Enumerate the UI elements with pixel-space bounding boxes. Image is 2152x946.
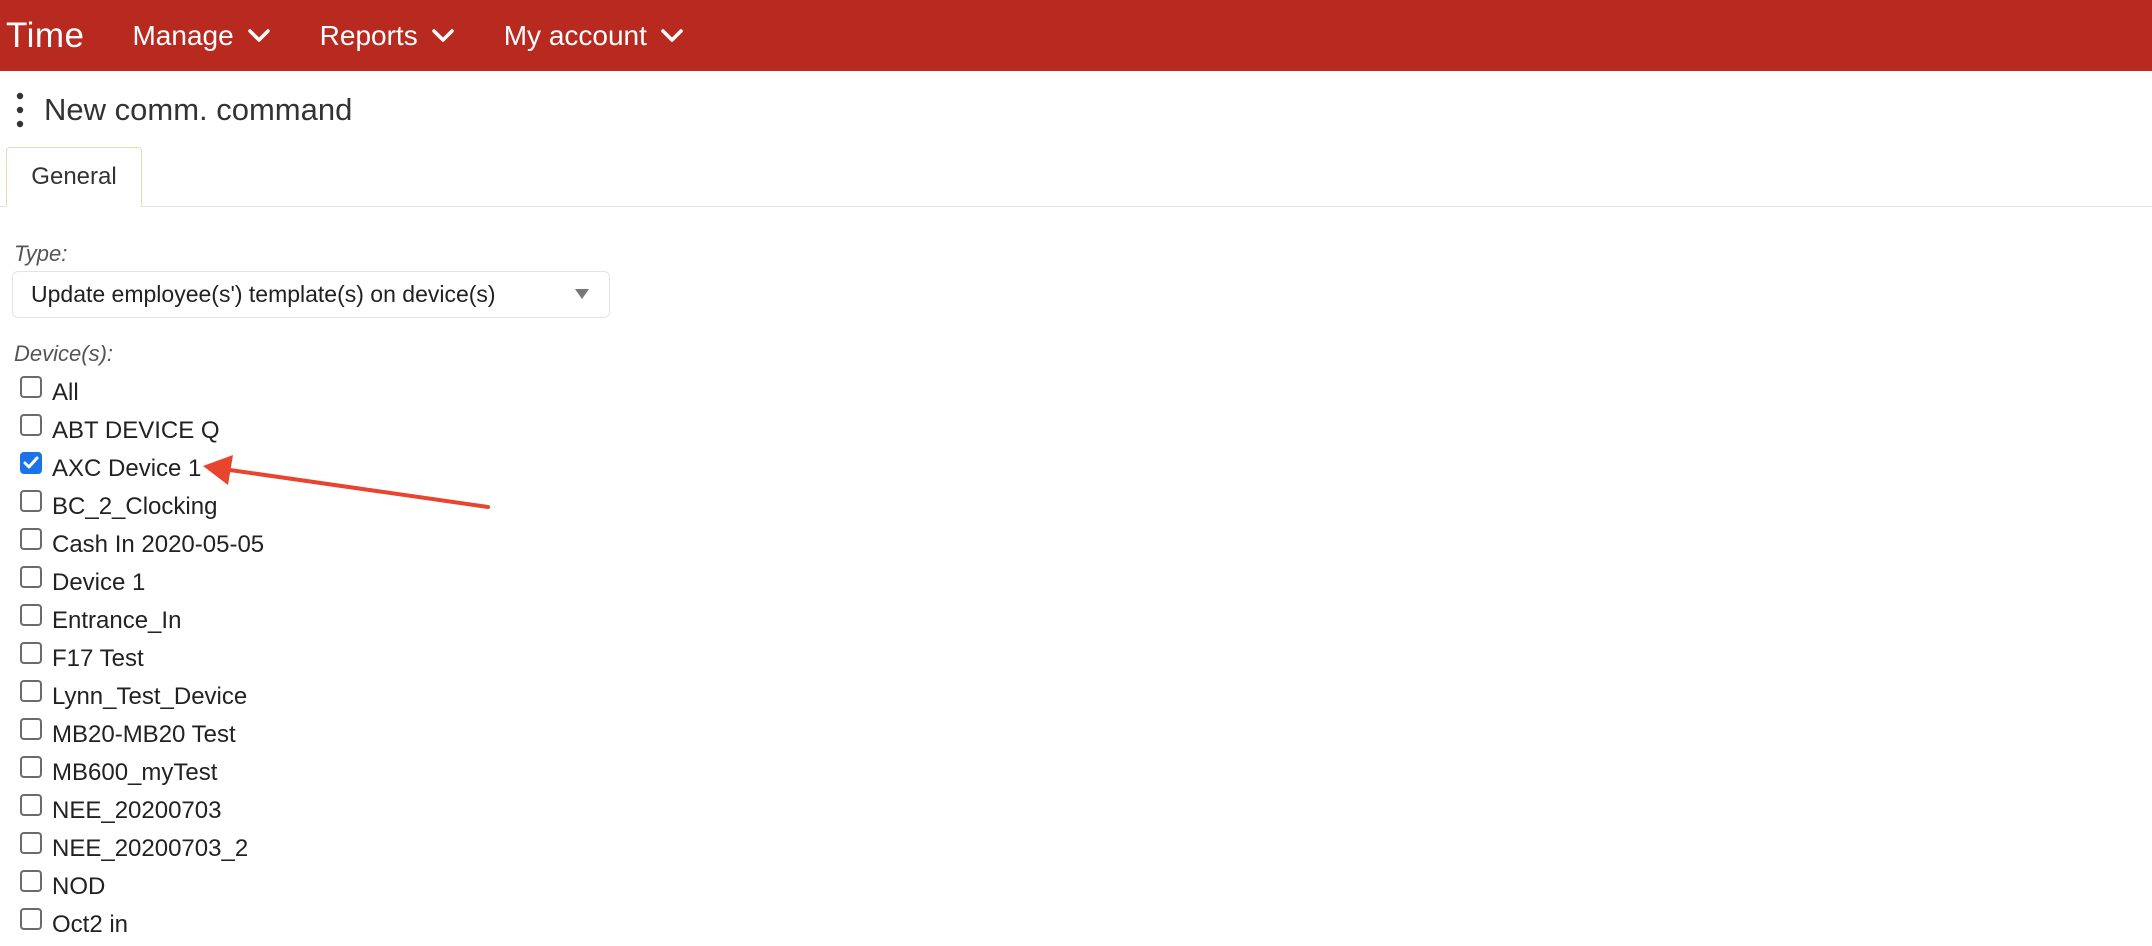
- tab-general[interactable]: General: [6, 147, 142, 207]
- checkbox[interactable]: [20, 528, 42, 550]
- device-option-label: NEE_20200703: [52, 797, 222, 824]
- device-option[interactable]: All: [20, 373, 264, 411]
- checkbox[interactable]: [20, 642, 42, 664]
- device-checkbox-list: All ABT DEVICE Q AXC Device 1 BC_2_Clocking…: [20, 373, 264, 943]
- type-select[interactable]: Update employee(s') template(s) on devic…: [12, 271, 610, 318]
- device-option-label: BC_2_Clocking: [52, 493, 218, 520]
- nav-menu-reports[interactable]: Reports: [320, 20, 454, 52]
- app-brand[interactable]: Time: [6, 16, 84, 56]
- device-option-label: F17 Test: [52, 645, 144, 672]
- checkbox[interactable]: [20, 566, 42, 588]
- device-option[interactable]: F17 Test: [20, 639, 264, 677]
- top-navbar: Time Manage Reports My account: [0, 0, 2152, 71]
- checkbox[interactable]: [20, 718, 42, 740]
- device-option[interactable]: Entrance_In: [20, 601, 264, 639]
- nav-menu-label: My account: [503, 19, 647, 51]
- chevron-down-icon: [661, 28, 683, 42]
- checkbox-checked[interactable]: [20, 452, 42, 474]
- device-option[interactable]: NEE_20200703: [20, 791, 264, 829]
- check-icon: [23, 456, 39, 469]
- device-option-label: MB600_myTest: [52, 759, 218, 786]
- device-option-label: AXC Device 1: [52, 455, 202, 482]
- type-select-value: Update employee(s') template(s) on devic…: [31, 281, 496, 307]
- device-option[interactable]: NEE_20200703_2: [20, 829, 264, 867]
- nav-menu-my-account[interactable]: My account: [504, 20, 683, 52]
- more-actions-button[interactable]: [0, 92, 40, 128]
- type-label: Type:: [14, 241, 68, 266]
- nav-menu-label: Manage: [132, 19, 234, 51]
- tab-bar: General: [0, 147, 2152, 207]
- device-option-label: NOD: [52, 873, 106, 900]
- page-header: New comm. command: [0, 85, 352, 135]
- checkbox[interactable]: [20, 604, 42, 626]
- checkbox[interactable]: [20, 870, 42, 892]
- page-title: New comm. command: [44, 92, 353, 127]
- devices-label: Device(s):: [14, 341, 114, 366]
- checkbox[interactable]: [20, 414, 42, 436]
- device-option-label: MB20-MB20 Test: [52, 721, 236, 748]
- nav-menu-label: Reports: [319, 19, 418, 51]
- device-option-label: Entrance_In: [52, 607, 182, 634]
- device-option-label: Device 1: [52, 569, 146, 596]
- device-option-label: Oct2 in: [52, 911, 129, 938]
- device-option[interactable]: Cash In 2020-05-05: [20, 525, 264, 563]
- device-option-label: All: [52, 379, 79, 406]
- device-option-label: Lynn_Test_Device: [52, 683, 248, 710]
- device-option[interactable]: NOD: [20, 867, 264, 905]
- device-option-label: Cash In 2020-05-05: [52, 531, 265, 558]
- device-option[interactable]: Lynn_Test_Device: [20, 677, 264, 715]
- device-option[interactable]: AXC Device 1: [20, 449, 264, 487]
- nav-menu-manage[interactable]: Manage: [132, 19, 270, 52]
- checkbox[interactable]: [20, 490, 42, 512]
- vertical-dots-icon: [16, 92, 24, 128]
- device-option[interactable]: Oct2 in: [20, 905, 264, 943]
- device-option[interactable]: BC_2_Clocking: [20, 487, 264, 525]
- chevron-down-icon: [431, 28, 454, 42]
- main-menu: Manage Reports My account: [132, 20, 732, 52]
- checkbox[interactable]: [20, 376, 42, 398]
- device-option-label: ABT DEVICE Q: [52, 417, 220, 444]
- device-option[interactable]: Device 1: [20, 563, 264, 601]
- caret-down-icon: [575, 289, 589, 299]
- checkbox[interactable]: [20, 794, 42, 816]
- device-option-label: NEE_20200703_2: [52, 835, 249, 862]
- device-option[interactable]: ABT DEVICE Q: [20, 411, 264, 449]
- checkbox[interactable]: [20, 908, 42, 930]
- checkbox[interactable]: [20, 832, 42, 854]
- chevron-down-icon: [247, 28, 270, 42]
- checkbox[interactable]: [20, 680, 42, 702]
- device-option[interactable]: MB600_myTest: [20, 753, 264, 791]
- device-option[interactable]: MB20-MB20 Test: [20, 715, 264, 753]
- checkbox[interactable]: [20, 756, 42, 778]
- annotation-arrow: [203, 455, 490, 509]
